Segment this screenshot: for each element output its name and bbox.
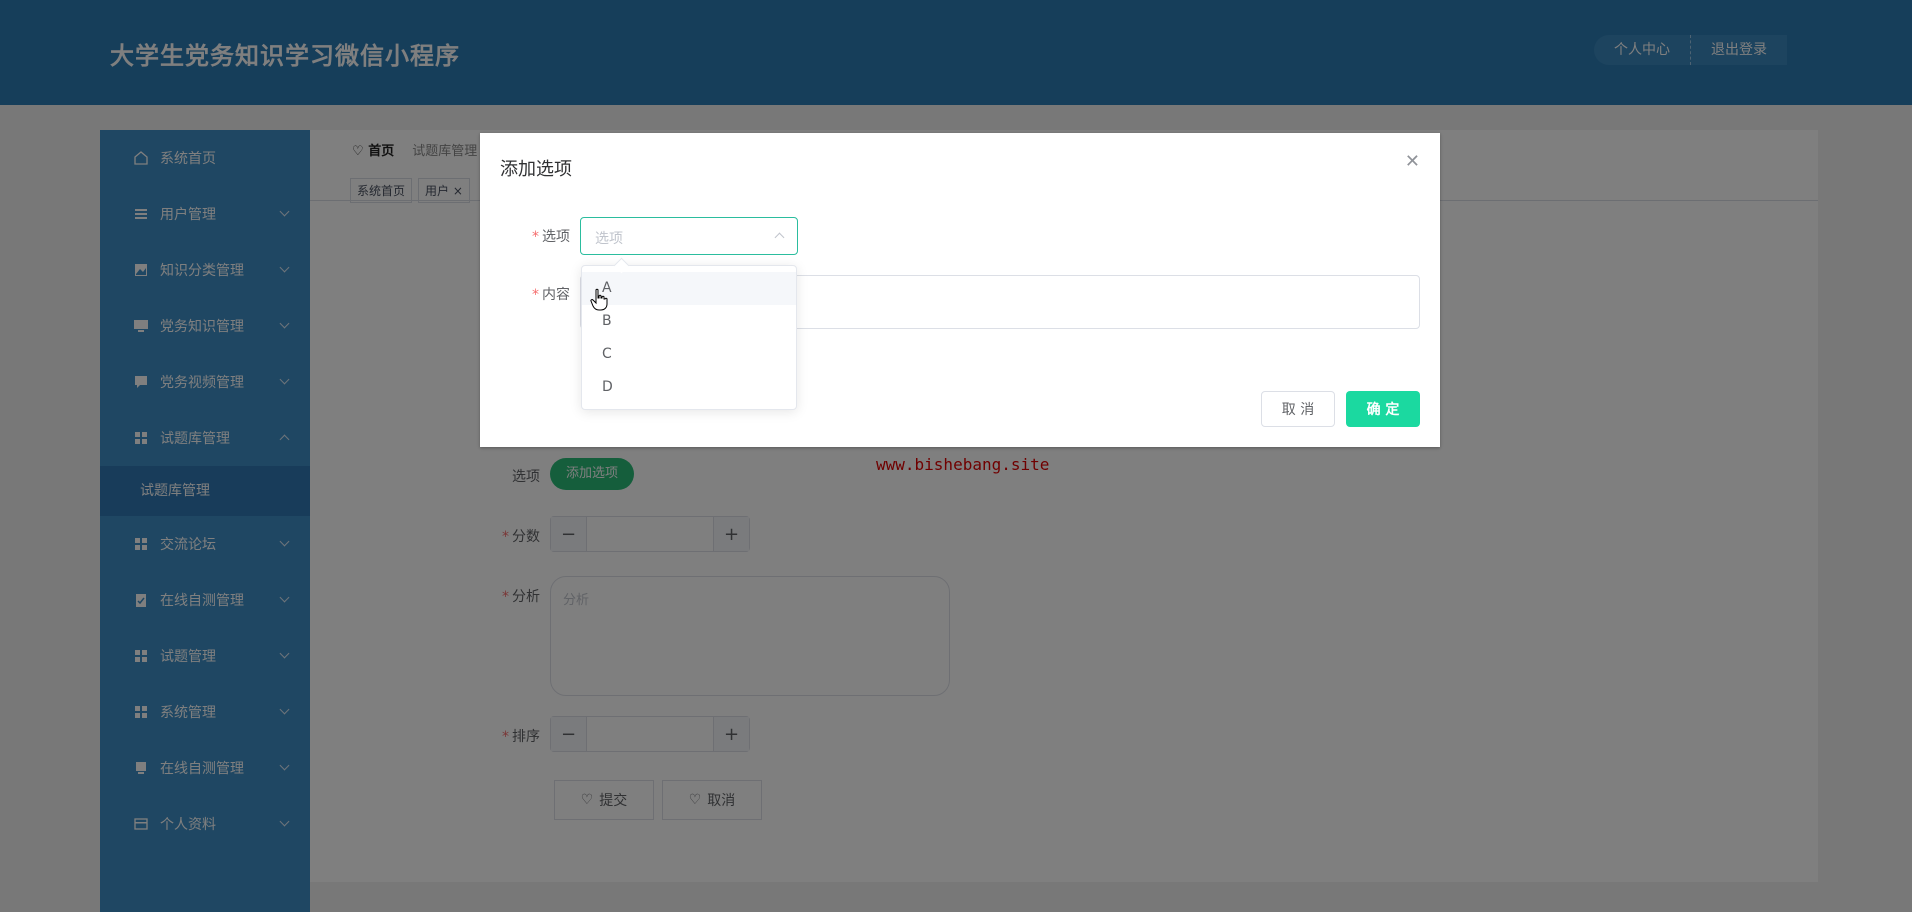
dropdown-option-b[interactable]: B: [582, 305, 796, 338]
option-select-placeholder: 选项: [595, 231, 623, 247]
dialog-cancel-button[interactable]: 取 消: [1261, 391, 1335, 427]
chevron-up-icon: [774, 232, 785, 243]
option-dropdown: A B C D: [581, 265, 797, 410]
content-label: * 内容: [532, 287, 570, 303]
option-select[interactable]: 选项: [580, 217, 798, 255]
option-label: * 选项: [532, 229, 570, 245]
dialog-confirm-button[interactable]: 确 定: [1346, 391, 1420, 427]
dropdown-option-d[interactable]: D: [582, 371, 796, 404]
close-icon[interactable]: ✕: [1405, 151, 1420, 172]
pointer-cursor-icon: [590, 288, 608, 316]
dropdown-option-a[interactable]: A: [582, 272, 796, 305]
dropdown-option-c[interactable]: C: [582, 338, 796, 371]
dialog-title: 添加选项: [500, 159, 572, 180]
